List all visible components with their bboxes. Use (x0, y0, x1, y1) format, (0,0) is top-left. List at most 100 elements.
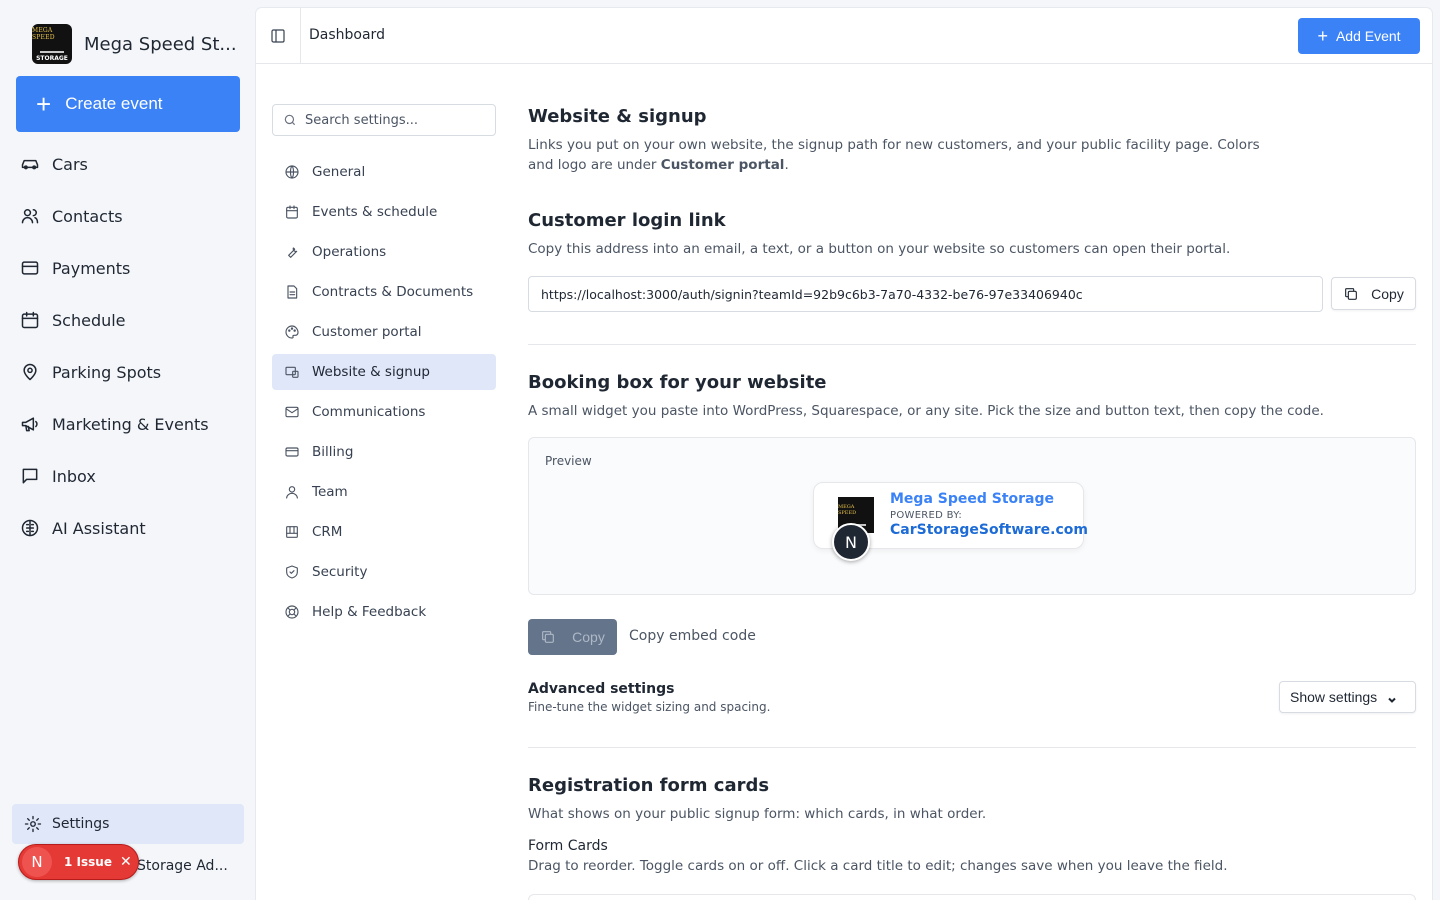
close-icon[interactable]: ✕ (120, 854, 132, 870)
settings-nav-label: Contracts & Documents (312, 284, 474, 300)
brand-logo-text-bottom: STORAGE (36, 54, 68, 62)
copy-embed-button[interactable]: Copy (528, 619, 617, 655)
user-icon (286, 486, 298, 499)
chevron-down-icon (1387, 692, 1397, 703)
mail-icon (285, 406, 299, 418)
login-url-input[interactable] (528, 276, 1323, 312)
plus-icon: + (1317, 25, 1328, 46)
widget-site-link[interactable]: CarStorageSoftware.com (890, 522, 1088, 538)
nav-item-marketing-events[interactable]: Marketing & Events (16, 398, 240, 450)
widget-business-name: Mega Speed Storage (890, 491, 1055, 507)
settings-nav-customer-portal[interactable]: Customer portal (272, 314, 496, 350)
nav-item-ai-assistant[interactable]: AI Assistant (16, 502, 240, 554)
form-cards-description: Drag to reorder. Toggle cards on or off.… (528, 858, 1228, 874)
settings-nav-label: Billing (312, 444, 354, 460)
settings-nav-label: Events & schedule (312, 204, 438, 220)
map-pin-icon (23, 363, 37, 381)
widget-avatar[interactable]: N (832, 523, 870, 561)
search-input[interactable] (305, 112, 485, 128)
settings-nav-label: Communications (312, 404, 426, 420)
settings-nav-label: Website & signup (312, 364, 430, 380)
section-title: Customer login link (528, 210, 726, 231)
settings-nav-list: General Events & schedule Operations Con… (272, 154, 496, 630)
add-event-button[interactable]: + Add Event (1298, 18, 1420, 54)
nav-item-inbox[interactable]: Inbox (16, 450, 240, 502)
plus-icon: + (36, 89, 52, 119)
users-icon (21, 209, 39, 224)
nav-item-payments[interactable]: Payments (16, 242, 240, 294)
login-link-row: Copy (528, 276, 1416, 312)
description-end: . (784, 157, 789, 173)
brand-logo-text-top: MEGA SPEED (32, 26, 55, 41)
copy-login-link-button[interactable]: Copy (1331, 277, 1416, 310)
settings-nav-events-schedule[interactable]: Events & schedule (272, 194, 496, 230)
credit-card-icon (21, 261, 39, 275)
settings-nav-label: Team (312, 484, 348, 500)
advanced-settings: Advanced settings Fine-tune the widget s… (528, 681, 1416, 725)
settings-nav-contracts-documents[interactable]: Contracts & Documents (272, 274, 496, 310)
nav-item-label: Contacts (52, 206, 123, 226)
show-settings-button[interactable]: Show settings (1279, 681, 1416, 713)
add-event-label: Add Event (1335, 28, 1401, 44)
settings-nav-team[interactable]: Team (272, 474, 496, 510)
nav-item-label: Inbox (52, 466, 96, 486)
widget-logo-text: MEGA SPEED (838, 504, 857, 516)
settings-nav-operations[interactable]: Operations (272, 234, 496, 270)
sidebar-item-settings[interactable]: Settings (12, 804, 244, 844)
widget-powered-by: POWERED BY: (890, 510, 963, 521)
section-title: Booking box for your website (528, 372, 827, 393)
page-title: Website & signup (528, 106, 707, 127)
main-panel: Dashboard + Add Event General Events & s… (256, 8, 1432, 900)
brain-icon (21, 519, 39, 537)
nav-item-parking-spots[interactable]: Parking Spots (16, 346, 240, 398)
nav-item-label: Schedule (52, 310, 126, 330)
settings-nav-label: CRM (312, 524, 343, 540)
settings-label: Settings (52, 816, 110, 832)
embed-label: Copy embed code (629, 628, 756, 644)
copy-icon (542, 631, 555, 643)
create-event-button[interactable]: + Create event (16, 76, 240, 132)
settings-nav-security[interactable]: Security (272, 554, 496, 590)
nav-item-contacts[interactable]: Contacts (16, 190, 240, 242)
issue-avatar: N (22, 847, 52, 877)
search-settings[interactable] (272, 104, 496, 136)
settings-nav-general[interactable]: General (272, 154, 496, 190)
settings-nav-label: Customer portal (312, 324, 422, 340)
brand[interactable]: MEGA SPEED STORAGE Mega Speed St... (32, 24, 237, 64)
user-name[interactable]: Storage Ad... (137, 858, 228, 874)
settings-nav-billing[interactable]: Billing (272, 434, 496, 470)
settings-nav-crm[interactable]: CRM (272, 514, 496, 550)
shield-icon (286, 565, 298, 579)
nav-item-label: Payments (52, 258, 131, 278)
settings-nav-label: Security (312, 564, 368, 580)
sidebar-toggle-button[interactable] (270, 28, 286, 44)
life-buoy-icon (285, 605, 299, 619)
settings-nav: General Events & schedule Operations Con… (272, 104, 496, 634)
form-cards-list[interactable] (528, 894, 1416, 900)
settings-nav-website-signup[interactable]: Website & signup (272, 354, 496, 390)
booking-widget[interactable]: MEGA SPEED N Mega Speed Storage POWERED … (813, 482, 1088, 561)
copy-embed-label: Copy (572, 629, 605, 645)
nav-item-schedule[interactable]: Schedule (16, 294, 240, 346)
show-settings-label: Show settings (1290, 689, 1378, 705)
registration-form-section: Registration form cards What shows on yo… (528, 775, 1416, 874)
settings-nav-communications[interactable]: Communications (272, 394, 496, 430)
section-divider (528, 344, 1416, 345)
nav-item-cars[interactable]: Cars (16, 138, 240, 190)
nav-item-label: Cars (52, 154, 88, 174)
credit-card-icon (285, 447, 299, 457)
brand-name: Mega Speed St... (84, 33, 237, 55)
file-text-icon (287, 285, 298, 299)
palette-icon (285, 325, 299, 339)
calendar-icon (21, 311, 39, 329)
description-text: Links you put on your own website, the s… (528, 137, 1260, 173)
nav-item-label: AI Assistant (52, 518, 146, 538)
settings-nav-help-feedback[interactable]: Help & Feedback (272, 594, 496, 630)
breadcrumb[interactable]: Dashboard (309, 27, 385, 43)
columns-icon (286, 526, 298, 538)
website-signup-section: Website & signup Links you put on your o… (528, 106, 1288, 175)
customer-portal-link[interactable]: Customer portal (661, 157, 785, 173)
search-icon (284, 114, 296, 126)
topbar: Dashboard + Add Event (256, 8, 1432, 64)
issue-badge[interactable]: N 1 Issue ✕ (18, 844, 139, 880)
